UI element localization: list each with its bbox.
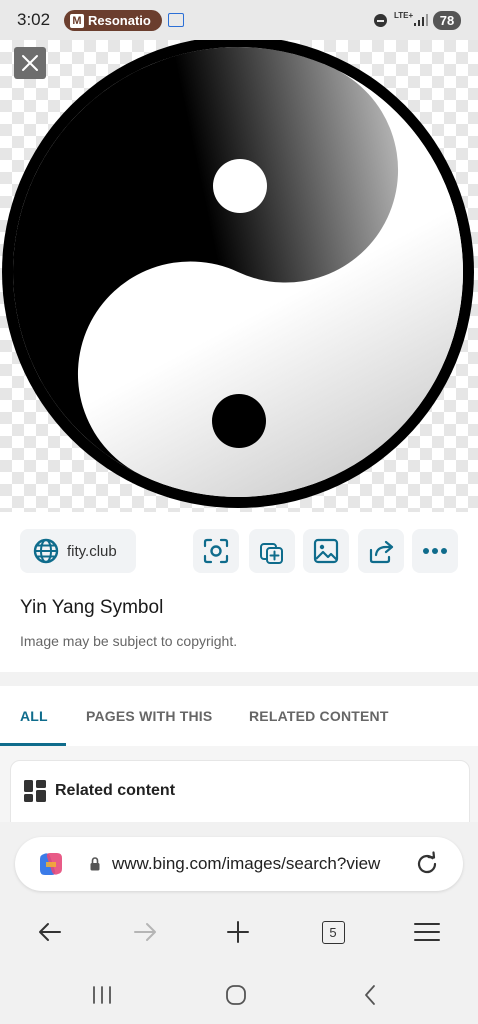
- source-label: fity.club: [67, 542, 117, 560]
- reload-icon[interactable]: [414, 851, 440, 877]
- results-tab-bar: [0, 686, 478, 747]
- close-button[interactable]: [14, 47, 46, 79]
- tab-all[interactable]: ALL: [20, 708, 48, 724]
- cast-icon: [168, 13, 184, 27]
- section-divider: [0, 672, 478, 686]
- tab-pages-with-this[interactable]: PAGES WITH THIS: [86, 708, 212, 724]
- arrow-right-icon: [134, 923, 156, 941]
- home-icon: [226, 985, 246, 1005]
- copyright-note: Image may be subject to copyright.: [20, 633, 238, 649]
- network-label: LTE+: [394, 11, 414, 20]
- recent-apps-icon: [93, 986, 111, 1004]
- grid-icon: [24, 780, 46, 802]
- status-time: 3:02: [17, 10, 51, 29]
- tabs-button[interactable]: 5: [313, 914, 353, 950]
- forward-button[interactable]: [125, 914, 165, 950]
- source-chip[interactable]: fity.club: [20, 529, 136, 573]
- battery-indicator: 78: [433, 11, 461, 30]
- menu-button[interactable]: [407, 914, 447, 950]
- notification-pill: M Resonatio: [64, 10, 162, 31]
- home-button[interactable]: [216, 978, 256, 1012]
- close-icon: [22, 55, 38, 71]
- visual-search-icon: [203, 538, 229, 564]
- tab-related-content[interactable]: RELATED CONTENT: [249, 708, 389, 724]
- add-to-collection-icon: [260, 543, 283, 564]
- system-back-button[interactable]: [350, 978, 390, 1012]
- notification-badge: M: [70, 13, 84, 28]
- url-text[interactable]: www.bing.com/images/search?view: [112, 854, 386, 874]
- share-icon: [369, 540, 394, 564]
- image-details-button[interactable]: [303, 529, 349, 573]
- back-button[interactable]: [30, 914, 70, 950]
- recent-apps-button[interactable]: [82, 978, 122, 1012]
- share-button[interactable]: [358, 529, 404, 573]
- plus-icon: [227, 921, 249, 943]
- image-title: Yin Yang Symbol: [20, 597, 164, 618]
- signal-icon: [414, 14, 428, 26]
- globe-icon: [33, 538, 59, 564]
- lock-icon: [90, 857, 100, 871]
- related-content-heading: Related content: [55, 782, 176, 799]
- notification-label: Resonatio: [88, 13, 151, 28]
- add-to-collection-button[interactable]: [249, 529, 295, 573]
- visual-search-button[interactable]: [193, 529, 239, 573]
- more-icon: [423, 548, 447, 554]
- do-not-disturb-icon: [374, 14, 387, 27]
- image-viewer[interactable]: [0, 40, 478, 512]
- more-options-button[interactable]: [412, 529, 458, 573]
- tab-count: 5: [321, 920, 345, 944]
- image-icon: [313, 538, 339, 564]
- new-tab-button[interactable]: [218, 914, 258, 950]
- copilot-icon[interactable]: [36, 849, 66, 879]
- menu-icon: [414, 923, 440, 941]
- arrow-left-icon: [39, 923, 61, 941]
- chevron-left-icon: [365, 985, 375, 1005]
- yin-yang-icon: [2, 40, 474, 508]
